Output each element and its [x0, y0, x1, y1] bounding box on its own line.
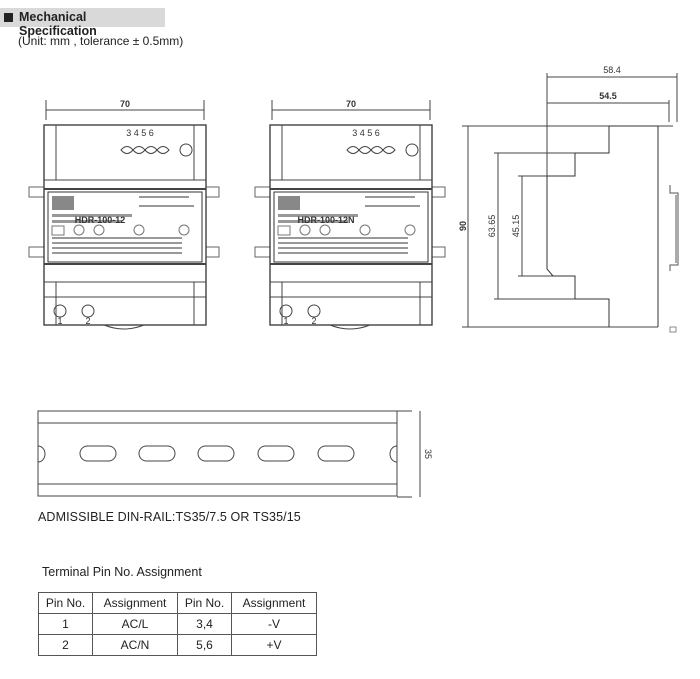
header-cell: Pin No.	[38, 592, 93, 614]
side-view	[462, 73, 679, 333]
table-row: 2 AC/N 5,6 +V	[38, 634, 317, 656]
header-cell: Pin No.	[177, 592, 232, 614]
table-cell: 5,6	[177, 634, 232, 656]
din-rail-drawing	[37, 410, 421, 498]
header-cell: Assignment	[92, 592, 178, 614]
top-pin-labels-1: 3 4 5 6	[126, 128, 154, 138]
dim-width-2: 70	[346, 99, 356, 109]
pin-1-label: 1	[283, 316, 288, 326]
pin-2-label: 2	[311, 316, 316, 326]
top-pin-labels-2: 3 4 5 6	[352, 128, 380, 138]
table-cell: 3,4	[177, 613, 232, 635]
dim-rail-height: 35	[423, 449, 433, 459]
model-label-2: HDR-100-12N	[297, 215, 354, 225]
dim-depth-body: 54.5	[599, 91, 617, 101]
table-cell: 2	[38, 634, 93, 656]
table-cell: AC/N	[92, 634, 178, 656]
table-row: 1 AC/L 3,4 -V	[38, 613, 317, 635]
dim-step-height: 63.65	[487, 215, 497, 238]
dim-front-height: 45.15	[511, 215, 521, 238]
table-header-row: Pin No. Assignment Pin No. Assignment	[38, 592, 317, 614]
table-cell: +V	[231, 634, 317, 656]
din-rail-note: ADMISSIBLE DIN-RAIL:TS35/7.5 OR TS35/15	[38, 510, 301, 524]
dim-height: 90	[458, 221, 468, 231]
pin-table-title: Terminal Pin No. Assignment	[42, 565, 202, 579]
header-cell: Assignment	[231, 592, 317, 614]
dim-depth-total: 58.4	[603, 65, 621, 75]
model-label-1: HDR-100-12	[75, 215, 126, 225]
table-cell: -V	[231, 613, 317, 635]
pin-2-label: 2	[85, 316, 90, 326]
table-cell: 1	[38, 613, 93, 635]
table-cell: AC/L	[92, 613, 178, 635]
dim-width-1: 70	[120, 99, 130, 109]
pin-assignment-table: Pin No. Assignment Pin No. Assignment 1 …	[38, 592, 317, 656]
pin-1-label: 1	[57, 316, 62, 326]
